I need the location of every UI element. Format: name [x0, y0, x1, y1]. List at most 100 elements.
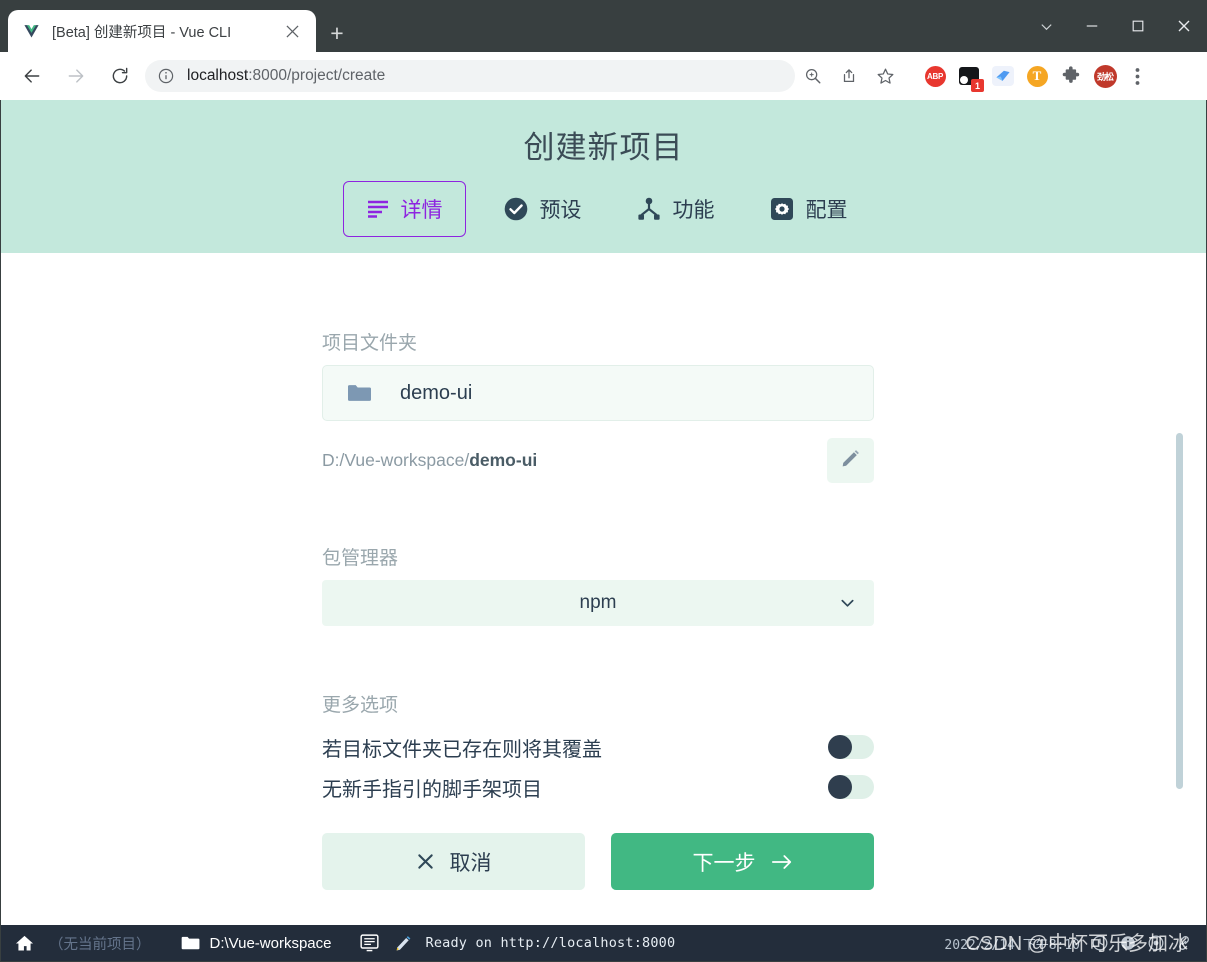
vue-logo-icon	[22, 22, 40, 40]
project-folder-name: demo-ui	[400, 382, 472, 405]
path-prefix: D:/Vue-workspace/	[322, 450, 469, 470]
chevron-down-icon	[839, 595, 856, 612]
browser-window: [Beta] 创建新项目 - Vue CLI +	[0, 0, 1207, 962]
abp-label: ABP	[925, 66, 946, 87]
profile-avatar[interactable]: 劲松	[1088, 60, 1122, 92]
reload-icon[interactable]	[102, 58, 138, 94]
extensions-bar: ABP 1 T	[918, 60, 1152, 92]
arrow-right-icon	[771, 852, 793, 872]
status-workspace-path[interactable]: D:\Vue-workspace	[210, 935, 332, 952]
more-options-label: 更多选项	[322, 690, 874, 717]
page-scrollbar[interactable]	[1176, 433, 1183, 789]
gear-square-icon	[769, 196, 795, 222]
more-options-group: 更多选项 若目标文件夹已存在则将其覆盖 无新手指引的脚手架项目	[322, 690, 874, 807]
check-circle-icon	[503, 196, 529, 222]
terminal-icon[interactable]	[360, 934, 379, 952]
extension-badge-count: 1	[971, 79, 984, 92]
tab-search-chevron-down-icon[interactable]	[1023, 0, 1069, 52]
next-button-label: 下一步	[693, 847, 756, 877]
extension-puzzle-icon[interactable]	[1054, 60, 1088, 92]
tab-details[interactable]: 详情	[343, 181, 466, 237]
status-ready-text: Ready on http://localhost:8000	[426, 935, 676, 951]
url-host: localhost	[187, 67, 248, 84]
next-button[interactable]: 下一步	[611, 833, 874, 890]
status-no-project[interactable]: （无当前项目）	[49, 933, 151, 954]
profile-avatar-label: 劲松	[1094, 65, 1117, 88]
new-tab-button[interactable]: +	[322, 18, 352, 48]
url-path: :8000/project/create	[248, 67, 385, 84]
window-controls	[1023, 0, 1207, 52]
tab-features-label: 功能	[673, 194, 715, 224]
cancel-button[interactable]: 取消	[322, 833, 585, 890]
back-arrow-icon[interactable]	[14, 58, 50, 94]
browser-toolbar: localhost:8000/project/create	[0, 52, 1207, 100]
sitemap-icon	[636, 196, 662, 222]
zoom-search-icon[interactable]	[795, 60, 831, 92]
tab-config-label: 配置	[806, 194, 848, 224]
tab-preset-label: 预设	[540, 194, 582, 224]
tab-details-label: 详情	[401, 194, 443, 224]
option-no-guide-toggle[interactable]	[828, 775, 874, 799]
omnibox-actions	[795, 60, 903, 92]
tab-close-icon[interactable]	[282, 21, 302, 41]
pencil-icon	[840, 448, 861, 474]
status-settings-icon[interactable]	[1148, 935, 1164, 951]
extension-bird-icon[interactable]	[986, 60, 1020, 92]
window-maximize-icon[interactable]	[1115, 0, 1161, 52]
page-title: 创建新项目	[524, 122, 684, 167]
three-dot-menu-icon[interactable]	[1122, 60, 1152, 92]
status-bar: （无当前项目） D:\Vue-workspace Ready on http:/…	[1, 925, 1206, 961]
tab-config[interactable]: 配置	[752, 181, 865, 237]
home-icon[interactable]	[15, 934, 34, 953]
option-no-guide-row: 无新手指引的脚手架项目	[322, 767, 874, 807]
status-link-icon[interactable]	[1176, 935, 1192, 951]
close-x-icon	[416, 852, 435, 871]
browser-tab[interactable]: [Beta] 创建新项目 - Vue CLI	[8, 10, 316, 52]
status-clock-icon[interactable]	[1092, 935, 1108, 951]
status-right-group: 2022/2/14 下午8:10	[944, 934, 1192, 953]
extension-adblock-plus-icon[interactable]: ABP	[918, 60, 952, 92]
tab-features[interactable]: 功能	[619, 181, 732, 237]
extension-t-icon[interactable]: T	[1020, 60, 1054, 92]
star-icon[interactable]	[867, 60, 903, 92]
option-overwrite-label: 若目标文件夹已存在则将其覆盖	[322, 733, 602, 762]
project-folder-input[interactable]: demo-ui	[322, 365, 874, 421]
option-overwrite-row: 若目标文件夹已存在则将其覆盖	[322, 727, 874, 767]
folder-icon	[347, 383, 371, 403]
address-bar-url: localhost:8000/project/create	[187, 67, 385, 85]
info-circle-icon[interactable]	[157, 67, 175, 85]
app-header: 创建新项目 详情	[1, 100, 1206, 253]
form-actions: 取消 下一步	[322, 833, 874, 890]
path-folder: demo-ui	[469, 450, 537, 470]
project-path-row: D:/Vue-workspace/demo-ui	[322, 438, 874, 483]
project-folder-label: 项目文件夹	[322, 328, 874, 355]
create-project-form: 项目文件夹 demo-ui D:/Vue-workspace/demo-ui	[322, 328, 874, 890]
status-pencil-icon[interactable]	[395, 935, 412, 952]
page-content: 项目文件夹 demo-ui D:/Vue-workspace/demo-ui	[1, 253, 1206, 925]
wizard-tabs: 详情 预设	[333, 181, 875, 237]
cancel-button-label: 取消	[450, 847, 492, 877]
package-manager-group: 包管理器 npm	[322, 543, 874, 626]
page-viewport: 创建新项目 详情	[1, 100, 1206, 925]
forward-arrow-icon	[58, 58, 94, 94]
project-path-text: D:/Vue-workspace/demo-ui	[322, 450, 537, 471]
tab-preset[interactable]: 预设	[486, 181, 599, 237]
option-no-guide-label: 无新手指引的脚手架项目	[322, 773, 542, 802]
package-manager-label: 包管理器	[322, 543, 874, 570]
t-label: T	[1027, 66, 1048, 87]
window-minimize-icon[interactable]	[1069, 0, 1115, 52]
address-bar[interactable]: localhost:8000/project/create	[145, 60, 795, 92]
status-folder-icon	[181, 935, 200, 951]
extension-black-icon[interactable]: 1	[952, 60, 986, 92]
status-datetime: 2022/2/14 下午8:10	[944, 934, 1080, 953]
browser-tab-title: [Beta] 创建新项目 - Vue CLI	[52, 21, 231, 42]
package-manager-value: npm	[580, 592, 617, 614]
browser-titlebar: [Beta] 创建新项目 - Vue CLI +	[0, 0, 1207, 52]
status-info-icon[interactable]	[1120, 935, 1136, 951]
package-manager-select[interactable]: npm	[322, 580, 874, 626]
option-overwrite-toggle[interactable]	[828, 735, 874, 759]
edit-path-button[interactable]	[827, 438, 874, 483]
share-icon[interactable]	[831, 60, 867, 92]
list-lines-icon	[366, 199, 390, 219]
window-close-icon[interactable]	[1161, 0, 1207, 52]
